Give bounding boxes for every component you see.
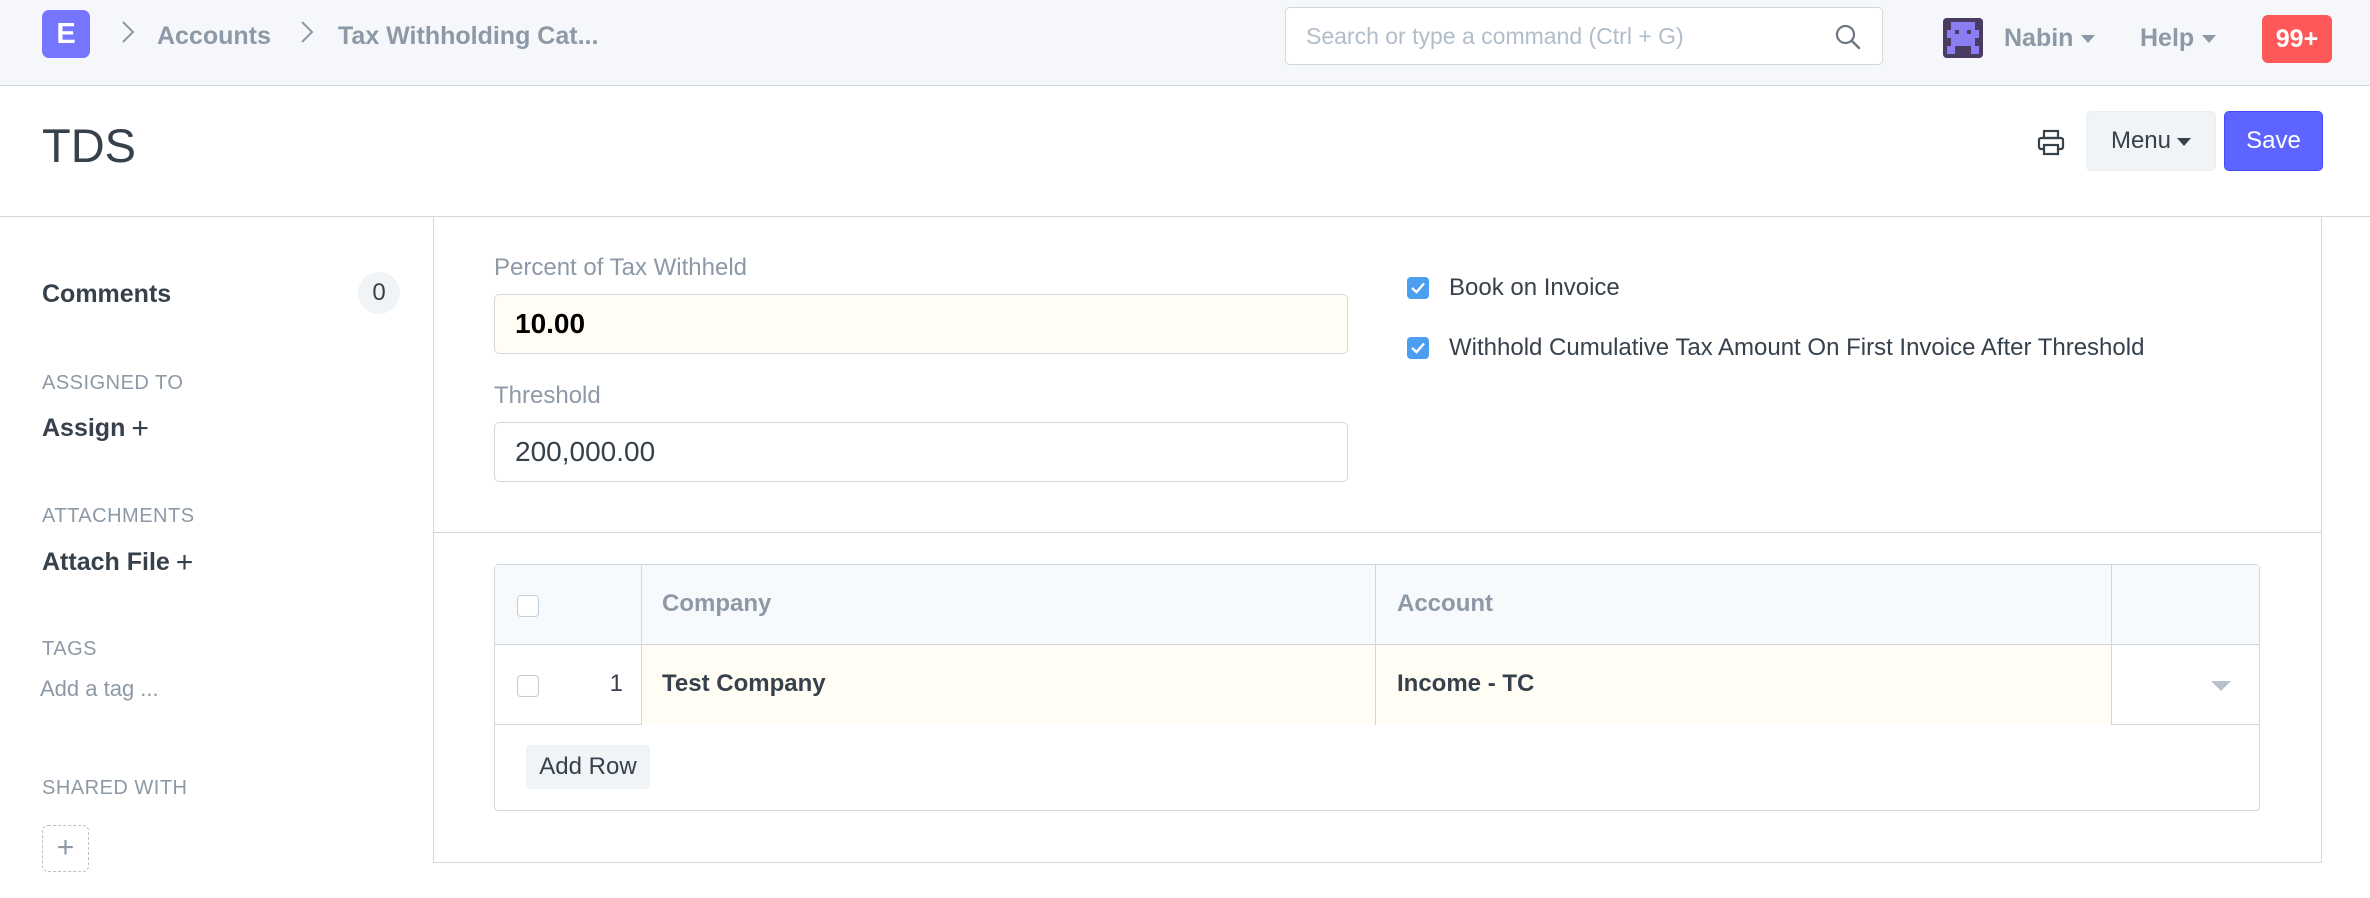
notifications-badge[interactable]: 99+	[2262, 15, 2332, 63]
book-on-invoice-label[interactable]: Book on Invoice	[1449, 274, 1620, 302]
percent-withheld-input[interactable]: 10.00	[494, 294, 1348, 354]
page-title: TDS	[42, 119, 136, 172]
user-name: Nabin	[2004, 24, 2074, 52]
check-icon	[1411, 342, 1425, 354]
breadcrumb-tax-withholding-category[interactable]: Tax Withholding Cat...	[338, 22, 598, 51]
row-select-cell: 1	[495, 645, 642, 725]
tags-heading: TAGS	[42, 638, 97, 660]
assigned-to-heading: ASSIGNED TO	[42, 372, 184, 394]
threshold-input[interactable]: 200,000.00	[494, 422, 1348, 482]
plus-icon: +	[56, 831, 75, 864]
row-index: 1	[609, 670, 623, 697]
book-on-invoice-checkbox[interactable]	[1407, 277, 1429, 299]
breadcrumb-chevron-icon	[120, 18, 136, 46]
account-cell[interactable]: Income - TC	[1376, 645, 2112, 725]
shared-with-heading: SHARED WITH	[42, 777, 188, 799]
user-menu[interactable]: Nabin	[2004, 24, 2096, 53]
breadcrumb-chevron-icon	[299, 18, 315, 46]
avatar-icon[interactable]	[1943, 18, 1983, 58]
company-cell[interactable]: Test Company	[642, 645, 1376, 725]
add-row-button[interactable]: Add Row	[526, 745, 650, 789]
menu-button-label: Menu	[2110, 127, 2172, 154]
print-icon[interactable]	[2036, 128, 2066, 158]
section-divider	[433, 532, 2322, 533]
row-expand-chevron-down-icon[interactable]	[2211, 681, 2231, 691]
plus-icon: +	[175, 546, 194, 579]
row-checkbox[interactable]	[517, 675, 539, 697]
search-icon[interactable]	[1834, 23, 1862, 51]
chevron-down-icon	[2202, 35, 2217, 44]
breadcrumb-accounts[interactable]: Accounts	[157, 22, 271, 51]
header-account-cell: Account	[1376, 565, 2112, 645]
page-head: TDS Menu Save	[0, 86, 2370, 217]
assign-button[interactable]: Assign +	[42, 412, 149, 446]
help-menu[interactable]: Help	[2140, 24, 2217, 53]
header-company-cell: Company	[642, 565, 1376, 645]
add-tag-input[interactable]: Add a tag ...	[40, 676, 159, 702]
plus-icon: +	[131, 412, 149, 445]
percent-withheld-label: Percent of Tax Withheld	[494, 254, 748, 281]
column-header-account: Account	[1397, 590, 1493, 617]
company-value: Test Company	[662, 670, 826, 697]
assign-label: Assign	[42, 414, 126, 442]
menu-button[interactable]: Menu	[2086, 111, 2216, 171]
search-bar	[1285, 7, 1883, 65]
add-share-button[interactable]: +	[42, 825, 89, 872]
check-icon	[1411, 282, 1425, 294]
chevron-down-icon	[2177, 137, 2192, 146]
accounts-table: Company Account 1 Test Company Income - …	[494, 564, 2260, 811]
search-input[interactable]	[1306, 20, 1826, 52]
header-select-cell	[495, 565, 642, 645]
help-label: Help	[2140, 24, 2195, 52]
withhold-cumulative-label[interactable]: Withhold Cumulative Tax Amount On First …	[1449, 334, 2144, 362]
attach-file-label: Attach File	[42, 548, 170, 576]
withhold-cumulative-checkbox[interactable]	[1407, 337, 1429, 359]
comments-label[interactable]: Comments	[42, 280, 171, 309]
comments-count-badge: 0	[358, 272, 400, 314]
app-logo[interactable]: E	[42, 10, 90, 58]
navbar: E Accounts Tax Withholding Cat... Nabin …	[0, 0, 2370, 86]
attachments-heading: ATTACHMENTS	[42, 505, 195, 527]
threshold-label: Threshold	[494, 382, 601, 409]
table-row[interactable]: 1 Test Company Income - TC	[495, 645, 2259, 725]
column-header-company: Company	[662, 590, 772, 617]
attach-file-button[interactable]: Attach File +	[42, 546, 193, 580]
chevron-down-icon	[2081, 35, 2096, 44]
select-all-checkbox[interactable]	[517, 595, 539, 617]
save-button[interactable]: Save	[2224, 111, 2323, 171]
account-value: Income - TC	[1397, 670, 1535, 697]
table-header: Company Account	[495, 565, 2259, 645]
